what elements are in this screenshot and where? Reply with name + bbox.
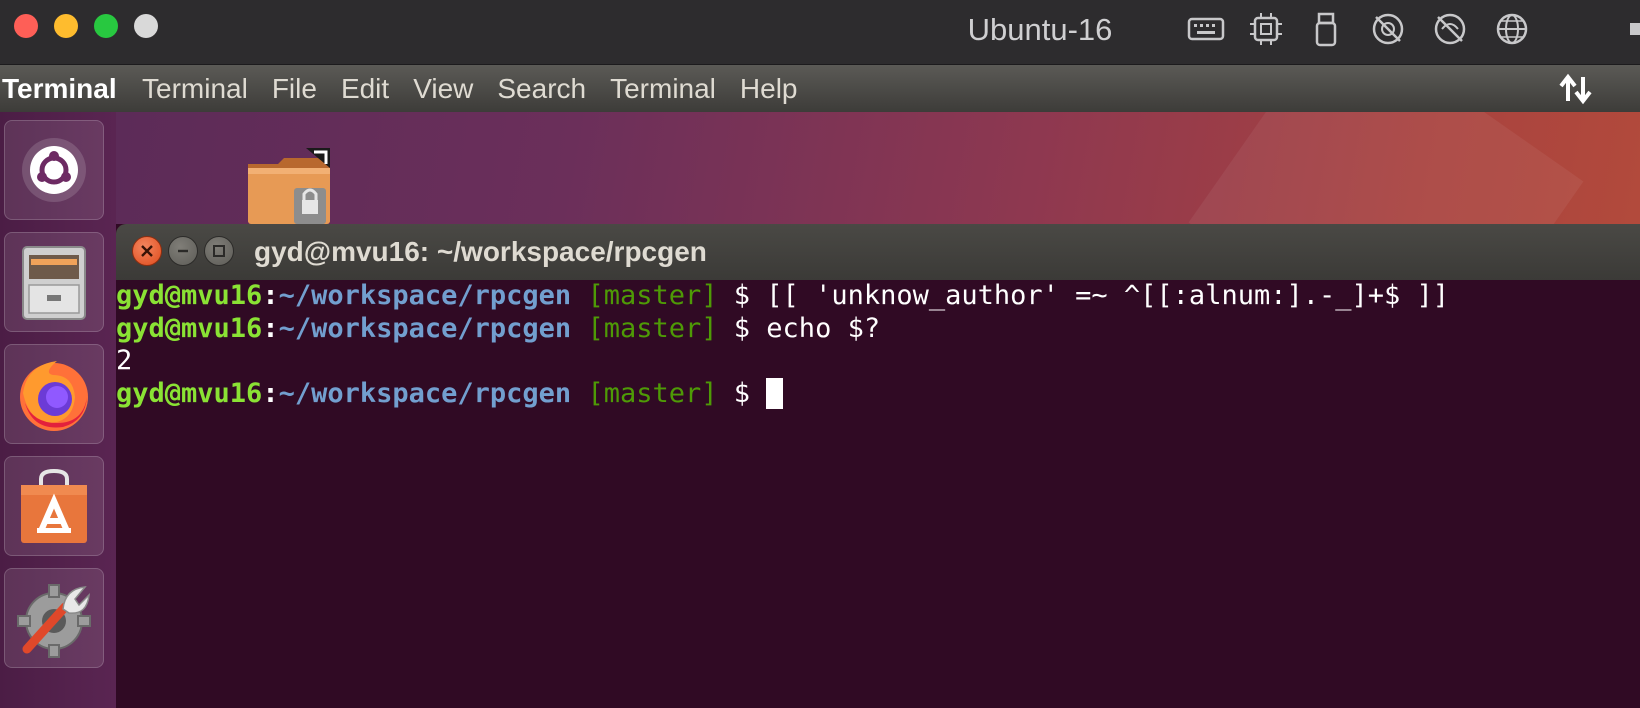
prompt-symbol: $ xyxy=(733,280,751,311)
keyboard-icon[interactable] xyxy=(1186,10,1226,48)
terminal-title: gyd@mvu16: ~/workspace/rpcgen xyxy=(254,236,707,267)
files-icon xyxy=(22,246,86,320)
host-minimize-button[interactable] xyxy=(54,14,78,38)
prompt-user-host: gyd@mvu16 xyxy=(116,377,263,409)
menu-item-view[interactable]: View xyxy=(401,65,485,112)
launcher-dash[interactable] xyxy=(4,120,104,220)
unity-launcher xyxy=(0,112,117,708)
menu-item-search[interactable]: Search xyxy=(485,65,598,112)
command-text: [[ 'unknow_author' =~ ^[[:alnum:].-_]+$ … xyxy=(766,280,1450,311)
prompt-path: ~/workspace/rpcgen xyxy=(278,312,572,344)
host-close-button[interactable] xyxy=(14,14,38,38)
host-window-titlebar: Ubuntu-16 xyxy=(0,0,1640,65)
host-fullscreen-button[interactable] xyxy=(134,14,158,38)
desktop-background xyxy=(116,112,1640,224)
microphone-disabled-icon[interactable] xyxy=(1430,10,1470,48)
firefox-icon xyxy=(20,361,88,431)
output-text: 2 xyxy=(116,345,133,376)
ubuntu-dash-icon xyxy=(22,138,86,202)
terminal-cursor xyxy=(766,377,784,409)
host-zoom-button[interactable] xyxy=(94,14,118,38)
top-panel-menubar: Terminal Terminal File Edit View Search … xyxy=(0,65,1640,113)
sound-icon[interactable] xyxy=(1626,10,1640,48)
menu-item-edit[interactable]: Edit xyxy=(329,65,401,112)
prompt-branch: [master] xyxy=(587,312,718,344)
terminal-line: gyd@mvu16:~/workspace/rpcgen [master] $ … xyxy=(116,313,1640,346)
terminal-minimize-button[interactable] xyxy=(168,236,198,266)
menu-item-terminal[interactable]: Terminal xyxy=(130,65,260,112)
camera-disabled-icon[interactable] xyxy=(1368,10,1408,48)
menu-item-file[interactable]: File xyxy=(260,65,329,112)
host-window-title: Ubuntu-16 xyxy=(967,12,1113,47)
prompt-colon: : xyxy=(262,280,279,311)
terminal-titlebar[interactable]: gyd@mvu16: ~/workspace/rpcgen xyxy=(116,224,1640,280)
maximize-icon xyxy=(213,245,225,257)
menu-item-help[interactable]: Help xyxy=(728,65,810,112)
terminal-window[interactable]: gyd@mvu16: ~/workspace/rpcgen gyd@mvu16:… xyxy=(116,224,1640,708)
terminal-line: gyd@mvu16:~/workspace/rpcgen [master] $ xyxy=(116,377,1640,411)
prompt-branch: [master] xyxy=(587,377,718,409)
menu-bar: Terminal File Edit View Search Terminal … xyxy=(130,65,810,112)
prompt-branch: [master] xyxy=(587,280,718,311)
launcher-firefox[interactable] xyxy=(4,344,104,444)
prompt-colon: : xyxy=(262,312,279,344)
terminal-line: 2 xyxy=(116,345,1640,378)
minimize-icon xyxy=(178,249,188,253)
software-center-icon xyxy=(21,468,87,543)
launcher-software[interactable] xyxy=(4,456,104,556)
terminal-output[interactable]: gyd@mvu16:~/workspace/rpcgen [master] $ … xyxy=(116,280,1640,708)
network-arrows-icon[interactable] xyxy=(1556,71,1596,107)
network-globe-icon[interactable] xyxy=(1492,10,1532,48)
prompt-path: ~/workspace/rpcgen xyxy=(278,280,572,311)
launcher-files[interactable] xyxy=(4,232,104,332)
prompt-user-host: gyd@mvu16 xyxy=(116,280,263,311)
terminal-line: gyd@mvu16:~/workspace/rpcgen [master] $ … xyxy=(116,280,1640,313)
shared-folder-icon[interactable] xyxy=(244,142,336,224)
close-icon xyxy=(141,245,153,257)
prompt-colon: : xyxy=(262,377,279,409)
command-text: echo $? xyxy=(766,312,881,344)
prompt-symbol: $ xyxy=(733,312,751,344)
active-app-name: Terminal xyxy=(2,73,117,104)
prompt-path: ~/workspace/rpcgen xyxy=(278,377,572,409)
menu-item-terminal-2[interactable]: Terminal xyxy=(598,65,728,112)
prompt-symbol: $ xyxy=(733,377,751,409)
launcher-settings[interactable] xyxy=(4,568,104,668)
usb-icon[interactable] xyxy=(1306,10,1346,48)
cpu-icon[interactable] xyxy=(1246,10,1286,48)
system-settings-icon xyxy=(17,584,91,658)
terminal-close-button[interactable] xyxy=(132,236,162,266)
terminal-maximize-button[interactable] xyxy=(204,236,234,266)
prompt-user-host: gyd@mvu16 xyxy=(116,312,263,344)
